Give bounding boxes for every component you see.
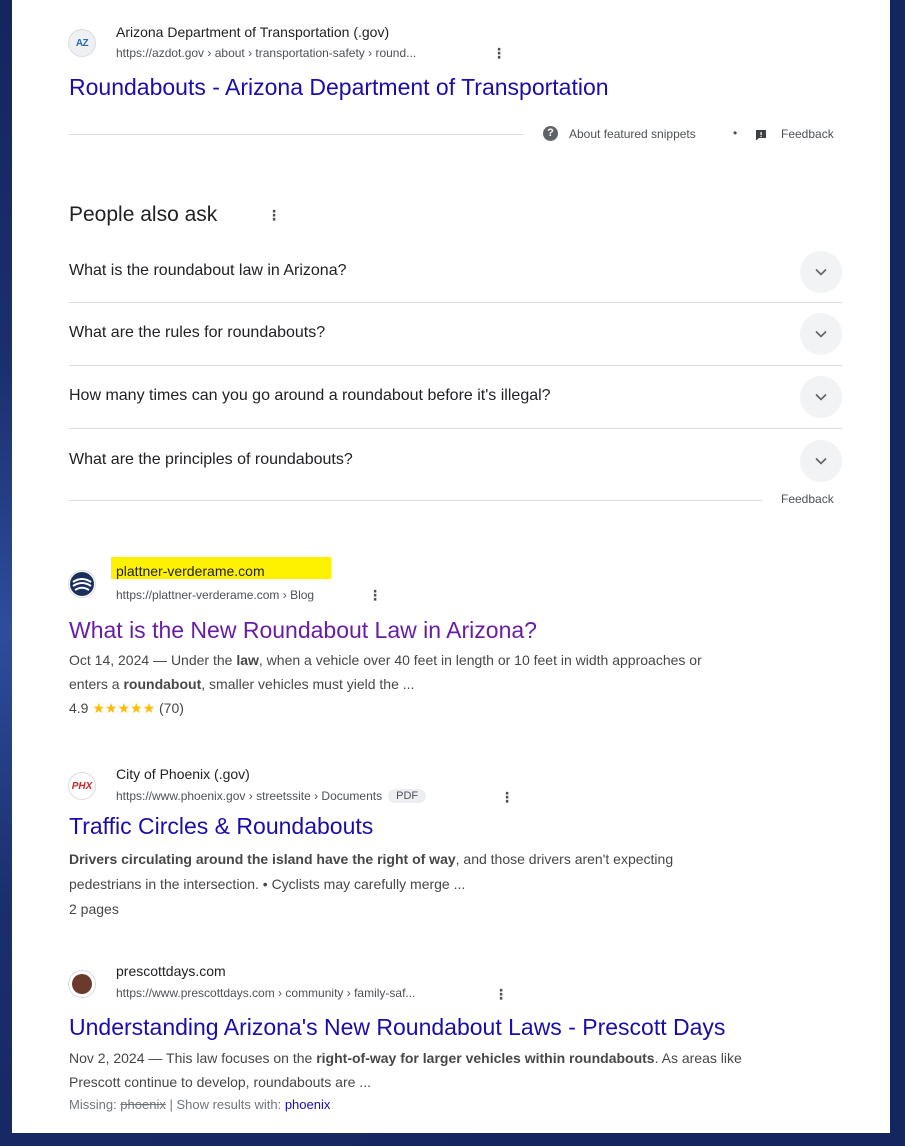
result-site-name[interactable]: prescottdays.com: [116, 963, 226, 979]
divider: [69, 428, 842, 429]
more-options-icon[interactable]: ⋮: [494, 986, 508, 1003]
star-icon: ★★★★★: [92, 700, 156, 716]
result-cite[interactable]: https://azdot.gov › about › transportati…: [116, 46, 416, 60]
chevron-down-icon[interactable]: [800, 313, 842, 355]
result-title-link[interactable]: Traffic Circles & Roundabouts: [69, 813, 373, 840]
result-snippet: Nov 2, 2024 — This law focuses on the ri…: [69, 1050, 742, 1066]
divider: [69, 302, 842, 303]
more-options-icon[interactable]: ⋮: [500, 789, 514, 806]
help-circle-icon[interactable]: ?: [543, 126, 558, 141]
feedback-icon[interactable]: [755, 128, 767, 146]
result-cite[interactable]: https://www.prescottdays.com › community…: [116, 986, 415, 1000]
divider: [69, 500, 762, 501]
chevron-down-icon[interactable]: [800, 251, 842, 293]
result-snippet: pedestrians in the intersection. • Cycli…: [69, 876, 466, 892]
result-snippet: enters a roundabout, smaller vehicles mu…: [69, 676, 415, 692]
rating-row: 4.9 ★★★★★ (70): [69, 696, 184, 720]
rating-value: 4.9: [69, 700, 89, 716]
paa-question[interactable]: What are the principles of roundabouts?: [69, 451, 353, 469]
separator-dot: •: [733, 126, 738, 140]
plattner-favicon[interactable]: [68, 570, 96, 598]
paa-heading: People also ask: [69, 203, 218, 226]
review-count: (70): [159, 700, 184, 716]
missing-terms-row: Missing: phoenix | Show results with: ph…: [69, 1097, 331, 1112]
result-snippet: Oct 14, 2024 — Under the law, when a veh…: [69, 652, 702, 668]
azdot-favicon[interactable]: AZ: [68, 29, 96, 57]
phx-logo-icon: PHX: [71, 780, 93, 792]
prescott-logo-icon: [72, 974, 92, 994]
paa-question[interactable]: What is the roundabout law in Arizona?: [69, 262, 347, 280]
show-results-with-link[interactable]: phoenix: [285, 1097, 331, 1112]
paa-question[interactable]: How many times can you go around a round…: [69, 387, 551, 405]
divider: [69, 365, 842, 366]
result-title-link[interactable]: Understanding Arizona's New Roundabout L…: [69, 1014, 725, 1041]
paa-question[interactable]: What are the rules for roundabouts?: [69, 324, 325, 342]
result-site-name[interactable]: plattner-verderame.com: [116, 563, 265, 579]
result-site-name[interactable]: City of Phoenix (.gov): [116, 766, 250, 782]
feedback-link[interactable]: Feedback: [781, 127, 834, 141]
about-featured-snippets-link[interactable]: About featured snippets: [569, 127, 696, 141]
result-cite[interactable]: https://plattner-verderame.com › Blog: [116, 588, 314, 602]
result-title-link[interactable]: What is the New Roundabout Law in Arizon…: [69, 617, 537, 644]
divider: [69, 134, 524, 135]
pages-count-link[interactable]: 2 pages: [69, 897, 119, 921]
prescott-favicon[interactable]: [68, 970, 96, 998]
paa-options-icon[interactable]: ⋮: [267, 207, 281, 224]
result-title-link[interactable]: Roundabouts - Arizona Department of Tran…: [69, 74, 609, 101]
chevron-down-icon[interactable]: [800, 376, 842, 418]
result-site-name[interactable]: Arizona Department of Transportation (.g…: [116, 24, 389, 40]
more-options-icon[interactable]: ⋮: [492, 45, 506, 62]
chevron-down-icon[interactable]: [800, 440, 842, 482]
missing-term: phoenix: [120, 1097, 166, 1112]
phoenix-favicon[interactable]: PHX: [68, 772, 96, 800]
paa-feedback-link[interactable]: Feedback: [781, 492, 834, 506]
more-options-icon[interactable]: ⋮: [368, 587, 382, 604]
search-results-panel: AZ Arizona Department of Transportation …: [12, 0, 890, 1133]
plattner-logo-icon: [70, 572, 94, 596]
result-cite[interactable]: https://www.phoenix.gov › streetssite › …: [116, 789, 427, 803]
pdf-badge: PDF: [388, 789, 427, 803]
result-snippet: Drivers circulating around the island ha…: [69, 851, 674, 867]
az-logo-icon: AZ: [75, 37, 89, 49]
result-snippet: Prescott continue to develop, roundabout…: [69, 1074, 371, 1090]
